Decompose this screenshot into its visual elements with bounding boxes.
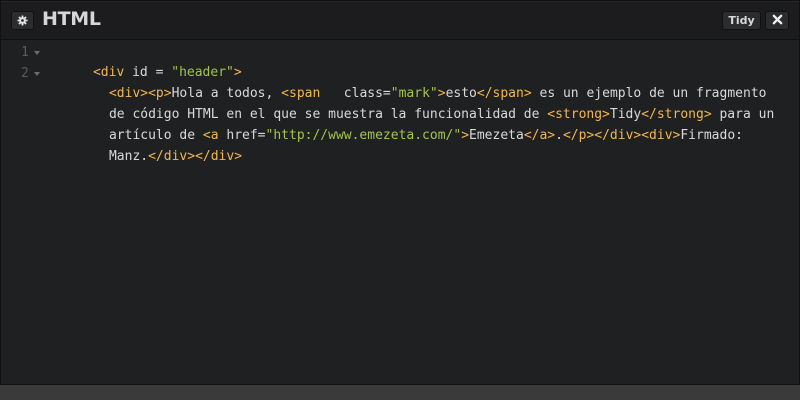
html-editor-panel: HTML Tidy 1 2 <div id = "header"> <div><… (0, 0, 800, 385)
tidy-button[interactable]: Tidy (722, 11, 761, 30)
panel-title: HTML (42, 8, 101, 30)
code-token: "http://www.emezeta.com/" (265, 128, 462, 143)
fold-arrow-icon[interactable] (34, 51, 40, 55)
code-token: </div></div> (148, 149, 243, 164)
fold-arrow-icon[interactable] (34, 72, 40, 76)
gear-icon (17, 15, 28, 26)
settings-button[interactable] (11, 11, 34, 30)
code-token: > (461, 128, 470, 143)
gutter-line-1: 1 (1, 43, 46, 63)
code-editor[interactable]: 1 2 <div id = "header"> <div><p>Hola a t… (1, 41, 799, 384)
code-token: </p></div><div> (562, 128, 681, 143)
code-token: </a> (523, 128, 556, 143)
code-token: Firmado: (680, 128, 743, 143)
close-icon (772, 12, 783, 30)
code-line-2-wrap-3: Manz.</div></div> (62, 127, 242, 187)
code-token: . (555, 128, 563, 143)
line-number: 1 (21, 45, 29, 60)
code-token: Manz. (108, 149, 149, 164)
editor-header: HTML Tidy (1, 1, 799, 40)
gutter-line-2: 2 (1, 64, 46, 84)
close-button[interactable] (765, 11, 789, 30)
code-token: Emezeta (469, 128, 524, 143)
line-number: 2 (21, 66, 29, 81)
